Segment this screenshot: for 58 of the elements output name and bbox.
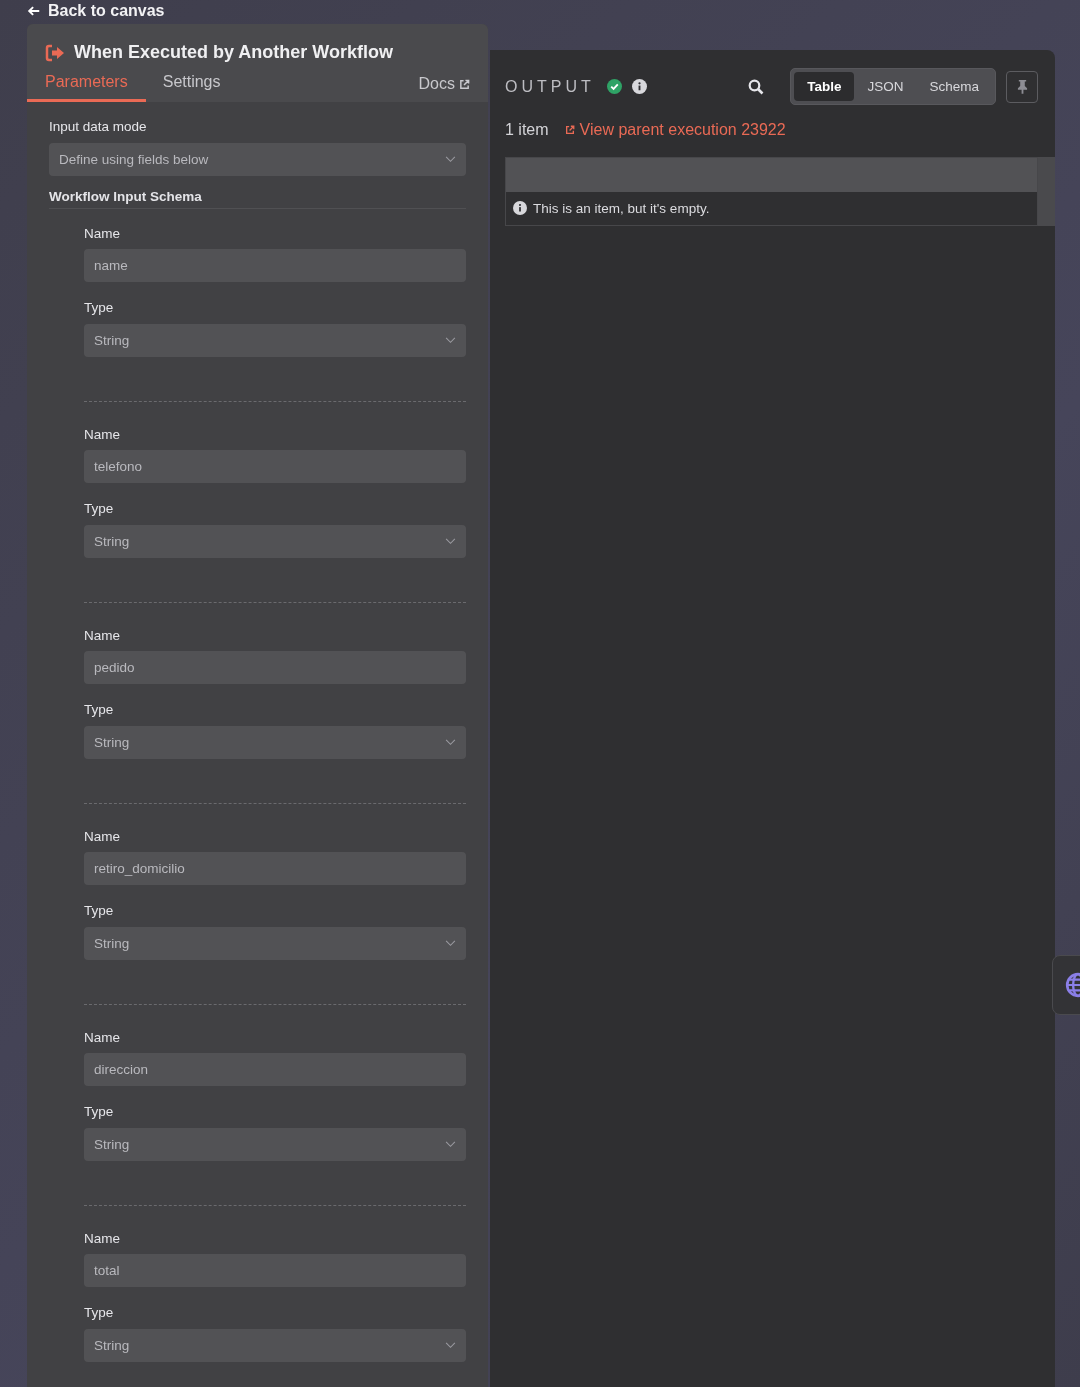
name-input-field[interactable]: pedido (84, 651, 466, 684)
back-arrow-icon[interactable] (27, 4, 41, 18)
info-icon[interactable] (631, 79, 647, 94)
back-to-canvas-link[interactable]: Back to canvas (27, 2, 165, 20)
field-label: Type (84, 500, 115, 518)
chevron-down-icon[interactable] (445, 940, 456, 947)
chevron-down-icon[interactable] (445, 739, 456, 746)
chevron-down-icon[interactable] (445, 538, 456, 545)
type-dropdown[interactable]: String (84, 726, 466, 759)
field-label: Name (84, 1230, 121, 1248)
info-icon (513, 201, 527, 215)
item-count: 1 item (505, 121, 549, 139)
empty-item-message: This is an item, but it's empty. (533, 200, 710, 216)
type-dropdown[interactable]: String (84, 324, 466, 357)
name-input-field[interactable]: retiro_domicilio (84, 852, 466, 885)
field-label: Type (84, 902, 115, 920)
section-heading: Workflow Input Schema (49, 189, 466, 209)
chevron-down-icon[interactable] (445, 1141, 456, 1148)
field-label: Type (84, 1103, 115, 1121)
docs-link[interactable]: Docs (418, 75, 470, 102)
search-icon[interactable] (748, 78, 765, 95)
field-label: Name (84, 627, 121, 645)
type-dropdown[interactable]: String (84, 1128, 466, 1161)
name-input-field[interactable]: direccion (84, 1053, 466, 1086)
type-dropdown[interactable]: String (84, 927, 466, 960)
pin-icon[interactable] (1016, 79, 1028, 94)
name-input-field[interactable]: total (84, 1254, 466, 1287)
type-dropdown[interactable]: String (84, 525, 466, 558)
type-dropdown[interactable]: String (84, 1329, 466, 1362)
external-link-icon[interactable] (459, 78, 470, 90)
success-check-icon (606, 79, 622, 94)
field-label: Input data mode (49, 118, 148, 136)
field-label: Name (84, 225, 121, 243)
field-label: Type (84, 701, 115, 719)
view-tab[interactable]: Table (794, 72, 855, 101)
chevron-down-icon[interactable] (445, 156, 456, 163)
node-title: When Executed by Another Workflow (74, 42, 394, 63)
scrollbar[interactable] (1038, 157, 1055, 226)
output-title: OUTPUT (505, 77, 595, 96)
view-tab[interactable]: Schema (916, 72, 992, 101)
chevron-down-icon[interactable] (445, 337, 456, 344)
chevron-down-icon[interactable] (445, 1342, 456, 1349)
field-label: Type (84, 1304, 115, 1322)
globe-button[interactable] (1052, 955, 1080, 1015)
field-label: Name (84, 828, 121, 846)
name-input-field[interactable]: telefono (84, 450, 466, 483)
panel-tab[interactable]: Settings (162, 73, 221, 102)
field-label: Type (84, 299, 115, 317)
view-tab[interactable]: JSON (854, 72, 917, 101)
view-parent-execution-link[interactable]: View parent execution 23922 (564, 121, 786, 139)
field-label: Name (84, 1029, 121, 1047)
panel-tab[interactable]: Parameters (27, 73, 146, 102)
sign-out-icon (45, 43, 65, 62)
input-data-mode-dropdown[interactable]: Define using fields below (49, 143, 466, 176)
external-link-icon[interactable] (564, 125, 575, 135)
name-input-field[interactable]: name (84, 249, 466, 282)
pin-button[interactable] (1006, 70, 1038, 103)
field-label: Name (84, 426, 121, 444)
